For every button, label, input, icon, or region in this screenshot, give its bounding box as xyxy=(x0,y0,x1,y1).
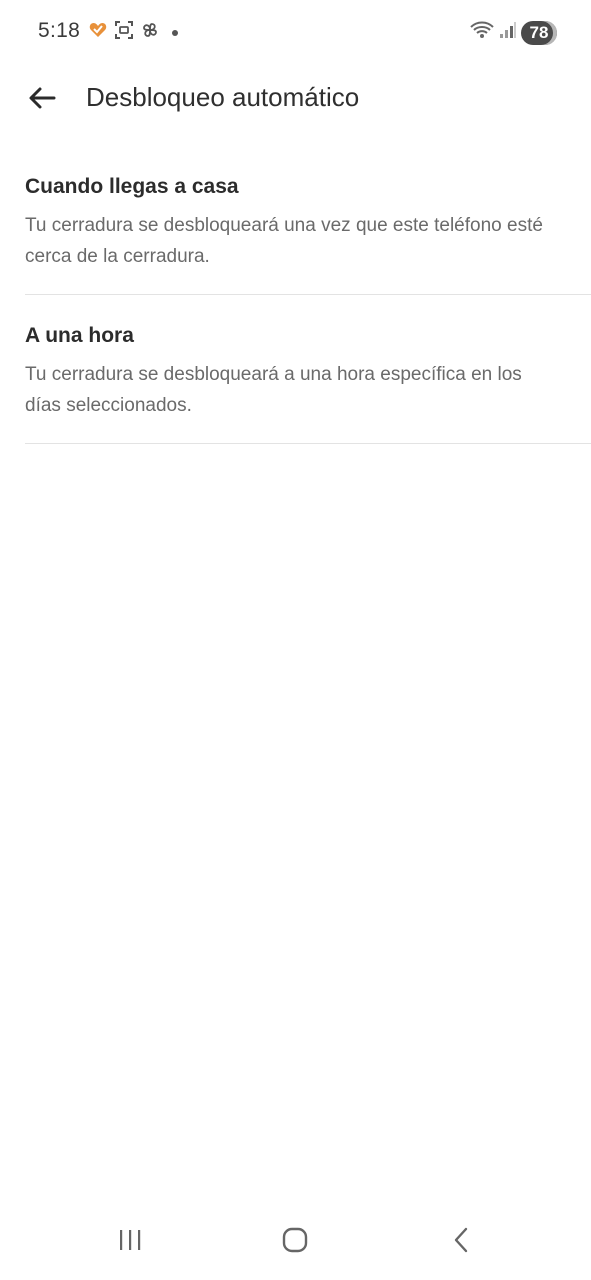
option-description: Tu cerradura se desbloqueará a una hora … xyxy=(25,364,522,416)
back-icon xyxy=(451,1226,471,1259)
home-icon xyxy=(281,1226,309,1259)
screenshot-icon xyxy=(114,20,134,45)
notification-dot-icon xyxy=(172,29,178,36)
home-button[interactable] xyxy=(271,1224,319,1260)
status-time: 5:18 xyxy=(38,19,81,42)
recent-apps-button[interactable] xyxy=(106,1224,154,1260)
option-title: Cuando llegas a casa xyxy=(25,175,239,198)
option-title: A una hora xyxy=(25,324,134,347)
page-title: Desbloqueo automático xyxy=(86,82,360,112)
heart-check-icon xyxy=(88,20,108,45)
option-when-home[interactable]: Cuando llegas a casa Tu cerradura se des… xyxy=(25,160,591,295)
status-icons-right: 78 xyxy=(469,20,557,45)
option-at-time[interactable]: A una hora Tu cerradura se desbloqueará … xyxy=(25,295,591,444)
status-bar: 5:18 78 xyxy=(0,0,591,64)
wifi-icon xyxy=(469,20,495,45)
option-description: Tu cerradura se desbloqueará una vez que… xyxy=(25,215,543,267)
app-bar: Desbloqueo automático xyxy=(0,76,591,122)
battery-icon: 78 xyxy=(521,20,557,45)
signal-icon xyxy=(499,20,517,45)
status-icons-left xyxy=(88,20,178,45)
system-nav-bar xyxy=(0,1210,591,1280)
back-button[interactable] xyxy=(26,84,58,116)
options-list: Cuando llegas a casa Tu cerradura se des… xyxy=(25,160,591,444)
nav-back-button[interactable] xyxy=(437,1224,485,1260)
pinwheel-icon xyxy=(140,20,160,45)
recent-apps-icon xyxy=(117,1228,143,1257)
back-arrow-icon xyxy=(28,86,56,115)
